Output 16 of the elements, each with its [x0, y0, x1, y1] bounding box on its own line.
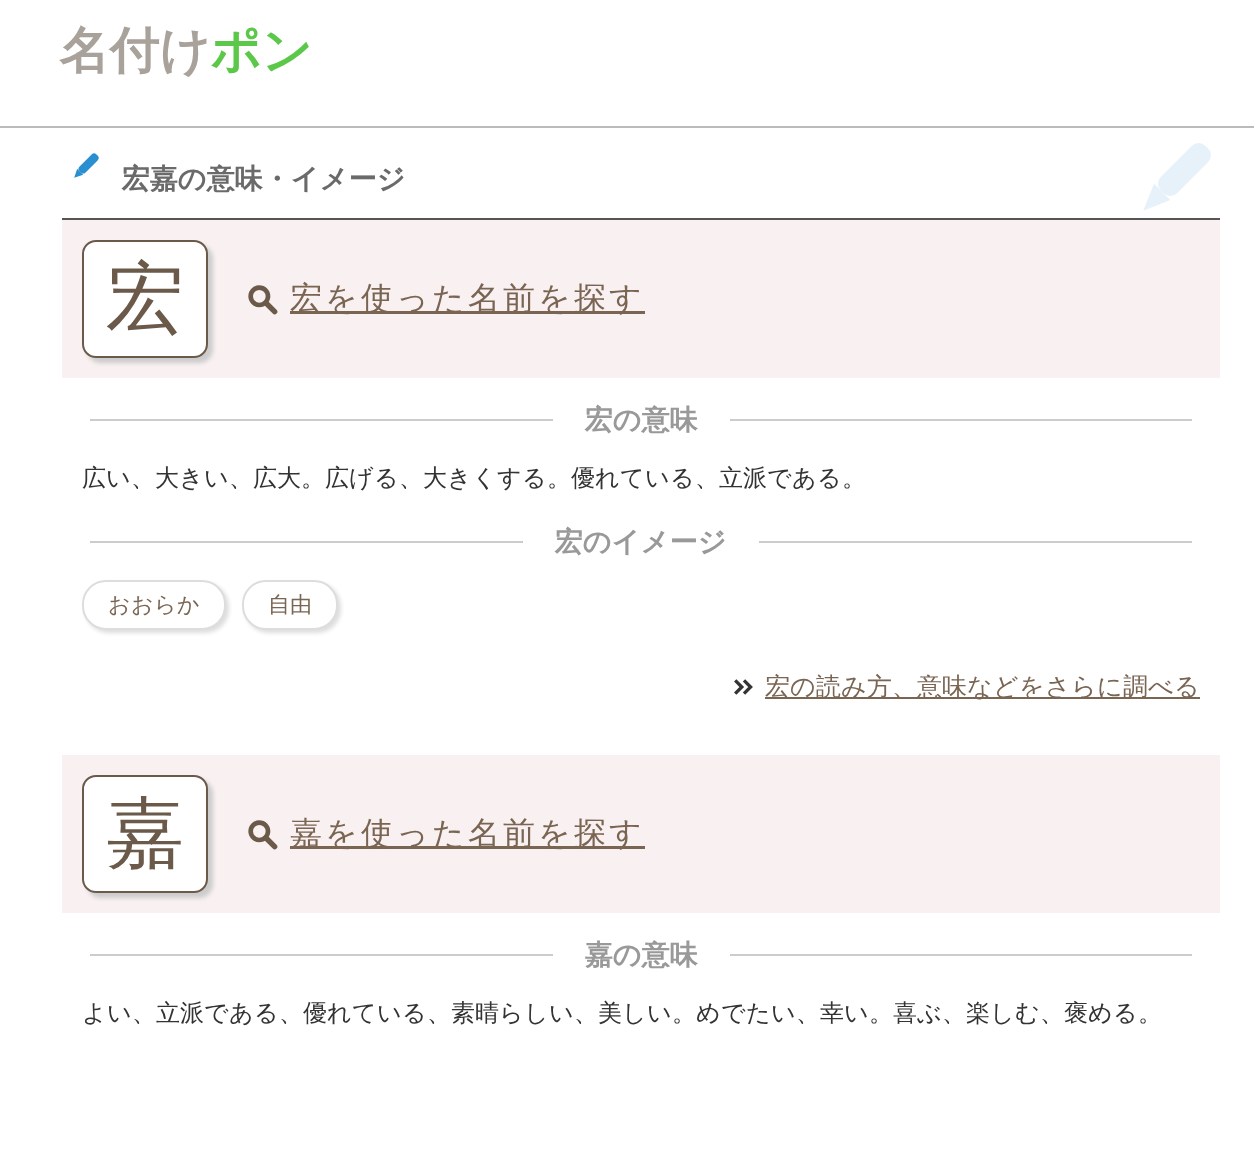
kanji-card: 嘉 — [82, 775, 208, 893]
section-title: 宏嘉の意味・イメージ — [122, 161, 406, 197]
search-icon — [246, 818, 278, 850]
search-icon — [246, 283, 278, 315]
more-link[interactable]: 宏の読み方、意味などをさらに調べる — [765, 670, 1200, 703]
image-tag[interactable]: 自由 — [242, 580, 338, 630]
meaning-heading: 宏の意味 — [584, 402, 698, 438]
search-link[interactable]: 嘉を使った名前を探す — [290, 812, 645, 856]
kanji-card: 宏 — [82, 240, 208, 358]
meaning-text: 広い、大きい、広大。広げる、大きくする。優れている、立派である。 — [82, 463, 867, 494]
meaning-heading: 嘉の意味 — [584, 937, 698, 973]
double-chevron-icon — [733, 677, 755, 696]
meaning-text: よい、立派である、優れている、素晴らしい、美しい。めでたい、幸い。喜ぶ、楽しむ、褒める。 — [82, 998, 1163, 1029]
image-heading: 宏のイメージ — [555, 524, 727, 560]
image-tag[interactable]: おおらか — [82, 580, 226, 630]
search-link[interactable]: 宏を使った名前を探す — [290, 277, 645, 321]
